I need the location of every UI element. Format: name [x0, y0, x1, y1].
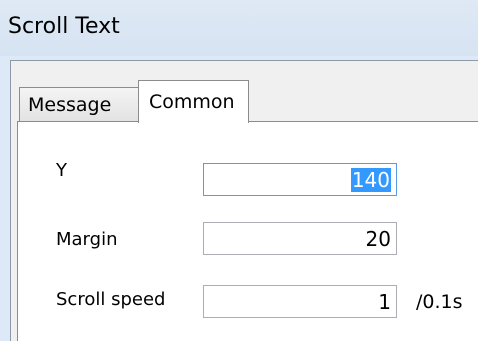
y-input[interactable]: 140	[203, 163, 397, 196]
scroll-speed-input[interactable]: 1	[203, 285, 397, 318]
margin-input[interactable]: 20	[203, 222, 397, 255]
margin-label: Margin	[56, 229, 118, 250]
dialog-title: Scroll Text	[8, 14, 120, 39]
scroll-speed-label: Scroll speed	[56, 289, 166, 310]
y-input-value: 140	[350, 168, 391, 192]
tab-message[interactable]: Message	[19, 87, 140, 121]
scroll-speed-unit: /0.1s	[416, 291, 463, 313]
tab-common[interactable]: Common	[138, 80, 249, 123]
dialog-title-bar[interactable]: Scroll Text	[0, 0, 478, 56]
y-label: Y	[56, 160, 67, 181]
